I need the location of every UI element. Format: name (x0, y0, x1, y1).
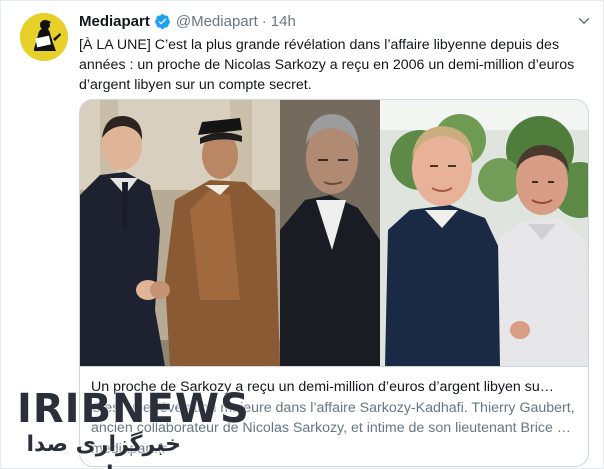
tweet-header: Mediapart @Mediapart · 14h (79, 11, 593, 31)
separator-dot: · (261, 12, 267, 30)
tweet-text: [À LA UNE] C’est la plus grande révélati… (79, 37, 575, 93)
card-image[interactable] (80, 100, 588, 366)
tweet-container[interactable]: Mediapart @Mediapart · 14h [À LA UNE] C’… (0, 0, 604, 469)
watermark-persian: خبرگزاری صدا و سیما (26, 432, 181, 469)
iribnews-watermark: IRIBNEWS خبرگزاری صدا و سیما (9, 386, 249, 469)
watermark-latin: IRIBNEWS (17, 386, 250, 432)
chevron-down-icon[interactable] (575, 12, 593, 30)
card-photo-collage (80, 100, 588, 366)
verified-badge-icon (154, 13, 170, 29)
author-handle[interactable]: @Mediapart (176, 13, 258, 30)
tweet-timestamp[interactable]: 14h (271, 13, 296, 30)
mediapart-logo (20, 13, 68, 61)
author-name[interactable]: Mediapart (79, 13, 150, 30)
author-avatar[interactable] (20, 13, 68, 61)
